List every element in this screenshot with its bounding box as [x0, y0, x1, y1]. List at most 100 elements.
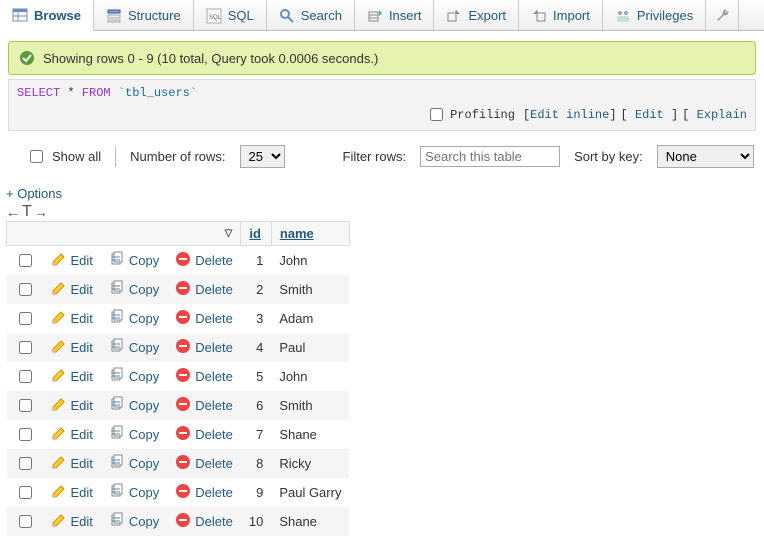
row-checkbox[interactable] — [19, 399, 32, 412]
minus-circle-icon — [175, 512, 191, 531]
sql-query-box: SELECT * FROM `tbl_users` Profiling [Edi… — [8, 79, 756, 131]
tab-import[interactable]: Import — [519, 0, 603, 30]
profiling-checkbox-label[interactable]: Profiling — [426, 105, 515, 124]
copy-row-link[interactable]: Copy — [109, 338, 159, 357]
cell-name: Shane — [271, 420, 349, 449]
copy-row-link[interactable]: Copy — [109, 251, 159, 270]
tab-label: Import — [553, 8, 590, 23]
copy-icon — [109, 512, 125, 531]
delete-row-link[interactable]: Delete — [175, 454, 233, 473]
cell-name: John — [271, 246, 349, 276]
delete-row-link[interactable]: Delete — [175, 367, 233, 386]
column-handles[interactable]: ←T→ — [6, 203, 764, 221]
delete-row-link[interactable]: Delete — [175, 483, 233, 502]
pencil-icon — [51, 338, 67, 357]
cell-name: Ricky — [271, 449, 349, 478]
tab-insert[interactable]: Insert — [355, 0, 435, 30]
tab-search[interactable]: Search — [267, 0, 355, 30]
tab-structure[interactable]: Structure — [94, 0, 194, 30]
arrow-left-icon[interactable]: ← — [6, 204, 20, 220]
table-row: EditCopyDelete4Paul — [7, 333, 350, 362]
edit-row-link[interactable]: Edit — [51, 454, 93, 473]
table-row: EditCopyDelete6Smith — [7, 391, 350, 420]
row-checkbox[interactable] — [19, 254, 32, 267]
copy-row-link[interactable]: Copy — [109, 454, 159, 473]
minus-circle-icon — [175, 309, 191, 328]
col-header-name[interactable]: name — [271, 222, 349, 246]
tab-browse[interactable]: Browse — [0, 0, 94, 31]
show-all-label[interactable]: Show all — [26, 147, 101, 166]
row-checkbox[interactable] — [19, 283, 32, 296]
copy-row-link[interactable]: Copy — [109, 425, 159, 444]
options-toggle[interactable]: + Options — [6, 186, 764, 201]
pencil-icon — [51, 396, 67, 415]
tab-privileges[interactable]: Privileges — [603, 0, 706, 30]
tab-label: Export — [468, 8, 506, 23]
edit-row-link[interactable]: Edit — [51, 425, 93, 444]
t-icon[interactable]: T — [22, 203, 32, 221]
tab-more[interactable] — [706, 0, 739, 30]
row-checkbox[interactable] — [19, 486, 32, 499]
row-checkbox[interactable] — [19, 428, 32, 441]
show-all-text: Show all — [52, 149, 101, 164]
sql-icon: SQL — [206, 8, 222, 24]
numrows-select[interactable]: 25 — [240, 145, 285, 168]
tab-sql[interactable]: SQL SQL — [194, 0, 267, 30]
cell-id: 7 — [241, 420, 271, 449]
tab-label: Browse — [34, 8, 81, 23]
tab-label: SQL — [228, 8, 254, 23]
edit-row-link[interactable]: Edit — [51, 309, 93, 328]
copy-row-link[interactable]: Copy — [109, 512, 159, 531]
wrench-icon — [714, 7, 730, 23]
table-row: Edit Copy Delete 1John — [7, 246, 350, 276]
edit-row-link[interactable]: Edit — [51, 396, 93, 415]
delete-row-link[interactable]: Delete — [175, 512, 233, 531]
row-checkbox[interactable] — [19, 370, 32, 383]
row-checkbox[interactable] — [19, 457, 32, 470]
col-header-id[interactable]: id — [241, 222, 271, 246]
copy-row-link[interactable]: Copy — [109, 309, 159, 328]
copy-row-link[interactable]: Copy — [109, 396, 159, 415]
sql-keyword-from: FROM — [82, 86, 111, 100]
tab-export[interactable]: Export — [434, 0, 519, 30]
delete-row-link[interactable]: Delete — [175, 280, 233, 299]
arrow-right-icon[interactable]: → — [34, 204, 48, 220]
copy-row-link[interactable]: Copy — [109, 483, 159, 502]
edit-row-link[interactable]: Edit — [51, 338, 93, 357]
edit-row-link[interactable]: Edit — [51, 483, 93, 502]
copy-row-link[interactable]: Copy — [109, 280, 159, 299]
delete-row-link[interactable]: Delete — [175, 338, 233, 357]
row-checkbox[interactable] — [19, 341, 32, 354]
profiling-text: Profiling — [450, 108, 515, 122]
delete-row-link[interactable]: Delete — [175, 396, 233, 415]
pencil-icon — [51, 512, 67, 531]
table-row: Edit Copy Delete 7Shane — [7, 420, 350, 449]
edit-link[interactable]: Edit — [635, 108, 664, 122]
edit-row-link[interactable]: Edit — [51, 280, 93, 299]
profiling-checkbox[interactable] — [430, 108, 443, 121]
pencil-icon — [51, 425, 67, 444]
cell-id: 1 — [241, 246, 271, 276]
filter-label: Filter rows: — [343, 149, 407, 164]
edit-row-link[interactable]: Edit — [51, 367, 93, 386]
pencil-icon — [51, 483, 67, 502]
svg-text:SQL: SQL — [209, 15, 222, 21]
show-all-checkbox[interactable] — [30, 150, 43, 163]
explain-link[interactable]: Explain — [697, 108, 747, 122]
cell-name: Smith — [271, 275, 349, 304]
delete-row-link[interactable]: Delete — [175, 425, 233, 444]
copy-icon — [109, 309, 125, 328]
delete-row-link[interactable]: Delete — [175, 309, 233, 328]
chevron-down-icon[interactable]: ▽ — [225, 228, 233, 239]
sort-select[interactable]: None — [657, 145, 754, 168]
copy-icon — [109, 396, 125, 415]
edit-row-link[interactable]: Edit — [51, 512, 93, 531]
copy-row-link[interactable]: Copy — [109, 367, 159, 386]
edit-row-link[interactable]: Edit — [51, 251, 93, 270]
minus-circle-icon — [175, 280, 191, 299]
delete-row-link[interactable]: Delete — [175, 251, 233, 270]
row-checkbox[interactable] — [19, 312, 32, 325]
row-checkbox[interactable] — [19, 515, 32, 528]
edit-inline-link[interactable]: Edit inline — [530, 108, 609, 122]
filter-input[interactable] — [420, 146, 560, 167]
